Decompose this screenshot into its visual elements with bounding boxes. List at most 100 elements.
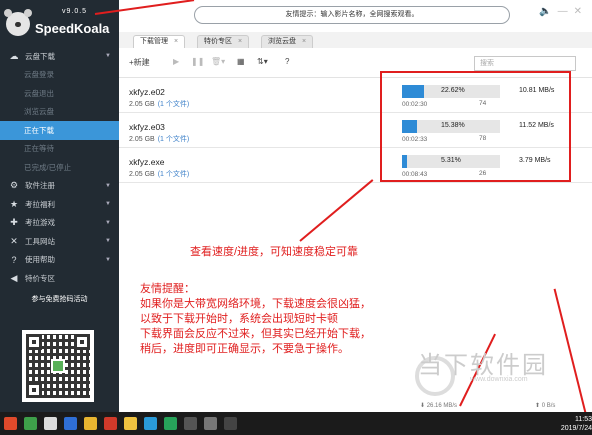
sidebar-item[interactable]: ⚙ 软件注册 ▼ <box>0 177 119 196</box>
sidebar-item[interactable]: 云盘登录 <box>0 66 119 85</box>
file-count-link[interactable]: (1 个文件) <box>158 101 190 108</box>
sound-icon[interactable]: 🔈 <box>539 6 557 17</box>
chrome-icon[interactable] <box>84 417 97 430</box>
brand: v9.0.5 SpeedKoala <box>0 0 119 47</box>
file-size: 2.05 GB (1 个文件) <box>129 169 189 179</box>
sidebar-item[interactable]: ◀ 特价专区 <box>0 269 119 288</box>
cloud-icon: ☁ <box>9 50 19 61</box>
tools-icon: ✕ <box>10 235 18 246</box>
highlight-box <box>380 71 571 182</box>
clock[interactable]: 11:53 2019/7/24 <box>561 415 592 433</box>
megaphone-icon: ◀ <box>10 272 18 283</box>
sidebar-item-label: 浏览云盘 <box>24 107 54 117</box>
start-icon[interactable] <box>4 417 17 430</box>
sort-icon[interactable]: ⇅▾ <box>257 57 268 66</box>
sidebar-item[interactable]: ☁ 云盘下载 ▼ <box>0 47 119 66</box>
download-speed-status: ⬇ 26.16 MB/s <box>420 403 458 409</box>
notice-search-bar[interactable]: 友情提示：输入影片名称，全网搜索观看。 <box>194 6 510 24</box>
sidebar-nav: ☁ 云盘下载 ▼ 云盘登录 云盘退出 浏览云盘 正在下载 正在等待 已完成/已停止 ⚙ 软件注册 ▼ ★… <box>0 47 119 288</box>
new-button[interactable]: +新建 <box>129 57 150 68</box>
sidebar-item-label: 考拉游戏 <box>25 218 55 228</box>
gear-icon: ⚙ <box>9 180 19 191</box>
status-up: 0 B/s <box>541 403 556 409</box>
file-name: xkfyz.e03 <box>129 122 165 132</box>
help-icon[interactable]: ? <box>285 57 289 66</box>
chevron-down-icon: ▼ <box>105 53 111 60</box>
sidebar-item[interactable]: 浏览云盘 <box>0 103 119 122</box>
upload-speed-status: ⬆ 0 B/s <box>535 403 556 409</box>
clock-time: 11:53 <box>575 416 592 423</box>
sidebar-item[interactable]: ? 使用帮助 ▼ <box>0 251 119 270</box>
sidebar: v9.0.5 SpeedKoala ☁ 云盘下载 ▼ 云盘登录云盘退出浏览云盘正在下载… <box>0 0 119 412</box>
play-icon[interactable]: ▶ <box>173 57 179 66</box>
app-name: SpeedKoala <box>35 21 110 36</box>
close-tab-icon[interactable]: × <box>302 38 306 45</box>
close-tab-icon[interactable]: × <box>174 38 178 45</box>
tab-browse-cloud[interactable]: 浏览云盘 × <box>261 35 314 48</box>
file-name: xkfyz.exe <box>129 157 165 167</box>
app-icon[interactable] <box>104 417 117 430</box>
app-icon[interactable] <box>144 417 157 430</box>
promo-text[interactable]: 参与免费抢码活动 <box>0 294 119 304</box>
pause-icon[interactable]: ❚❚ <box>191 57 204 66</box>
version-label: v9.0.5 <box>62 8 88 15</box>
app-icon[interactable] <box>204 417 217 430</box>
qr-code-image <box>22 330 94 402</box>
annotation-tip: 友情提醒： 如果你是大带宽网络环境，下载速度会很凶猛， 以致于下载开始时，系统会… <box>140 283 371 355</box>
watermark-url: www.downxia.com <box>470 376 528 383</box>
close-tab-icon[interactable]: × <box>238 38 242 45</box>
sidebar-item[interactable]: 云盘退出 <box>0 84 119 103</box>
taskbar: 11:53 2019/7/24 <box>0 412 592 435</box>
chevron-down-icon: ▼ <box>105 182 111 189</box>
app-icon[interactable] <box>24 417 37 430</box>
size-value: 2.05 GB <box>129 171 155 178</box>
file-count-link[interactable]: (1 个文件) <box>158 136 190 143</box>
chevron-down-icon: ▼ <box>105 238 111 245</box>
chevron-down-icon: ▼ <box>105 256 111 263</box>
sidebar-item-label: 正在等待 <box>24 144 54 154</box>
sidebar-item-label: 使用帮助 <box>25 255 55 265</box>
minimize-icon[interactable]: — <box>558 6 574 17</box>
koala-taskbar-icon[interactable] <box>44 417 57 430</box>
file-size: 2.05 GB (1 个文件) <box>129 99 189 109</box>
window-controls: 🔈—✕ <box>539 6 588 17</box>
app-icon[interactable] <box>164 417 177 430</box>
file-count-link[interactable]: (1 个文件) <box>158 171 190 178</box>
app-icon[interactable] <box>224 417 237 430</box>
sidebar-item[interactable]: 正在下载 <box>0 121 119 140</box>
sidebar-item[interactable]: ✕ 工具网站 ▼ <box>0 232 119 251</box>
wechat-icon <box>51 359 65 373</box>
chevron-down-icon: ▼ <box>105 201 111 208</box>
top-bar: 友情提示：输入影片名称，全网搜索观看。 🔈—✕ <box>119 0 592 32</box>
tab-label: 浏览云盘 <box>268 38 296 45</box>
clock-date: 2019/7/24 <box>560 425 592 432</box>
close-icon[interactable]: ✕ <box>574 6 588 17</box>
file-name: xkfyz.e02 <box>129 87 165 97</box>
help-icon: ? <box>11 254 17 265</box>
gift-icon: ★ <box>9 198 19 209</box>
delete-icon[interactable]: 🗑▾ <box>211 57 225 66</box>
sidebar-item[interactable]: 正在等待 <box>0 140 119 159</box>
tab-download-manager[interactable]: 下载管理 × <box>133 35 186 48</box>
sidebar-item-label: 云盘登录 <box>24 70 54 80</box>
tab-label: 特价专区 <box>204 38 232 45</box>
sidebar-item-label: 特价专区 <box>25 273 55 283</box>
sidebar-item[interactable]: ★ 考拉福利 ▼ <box>0 195 119 214</box>
koala-logo-icon <box>4 9 32 36</box>
sidebar-item-label: 云盘下载 <box>25 51 55 61</box>
sidebar-item[interactable]: ✚ 考拉游戏 ▼ <box>0 214 119 233</box>
gamepad-icon: ✚ <box>10 217 18 228</box>
app-icon[interactable] <box>64 417 77 430</box>
sidebar-item-label: 云盘退出 <box>24 88 54 98</box>
size-value: 2.05 GB <box>129 101 155 108</box>
folder-icon[interactable] <box>124 417 137 430</box>
tab-specials[interactable]: 特价专区 × <box>197 35 250 48</box>
grid-view-icon[interactable]: ▦ <box>237 57 245 66</box>
search-input[interactable]: 搜索 <box>474 56 576 71</box>
tab-label: 下载管理 <box>140 38 168 45</box>
sidebar-item-label: 已完成/已停止 <box>24 162 72 172</box>
app-icon[interactable] <box>184 417 197 430</box>
status-down: 26.16 MB/s <box>426 403 458 409</box>
sidebar-item[interactable]: 已完成/已停止 <box>0 158 119 177</box>
tab-strip: 下载管理 × 特价专区 × 浏览云盘 × <box>119 32 592 48</box>
